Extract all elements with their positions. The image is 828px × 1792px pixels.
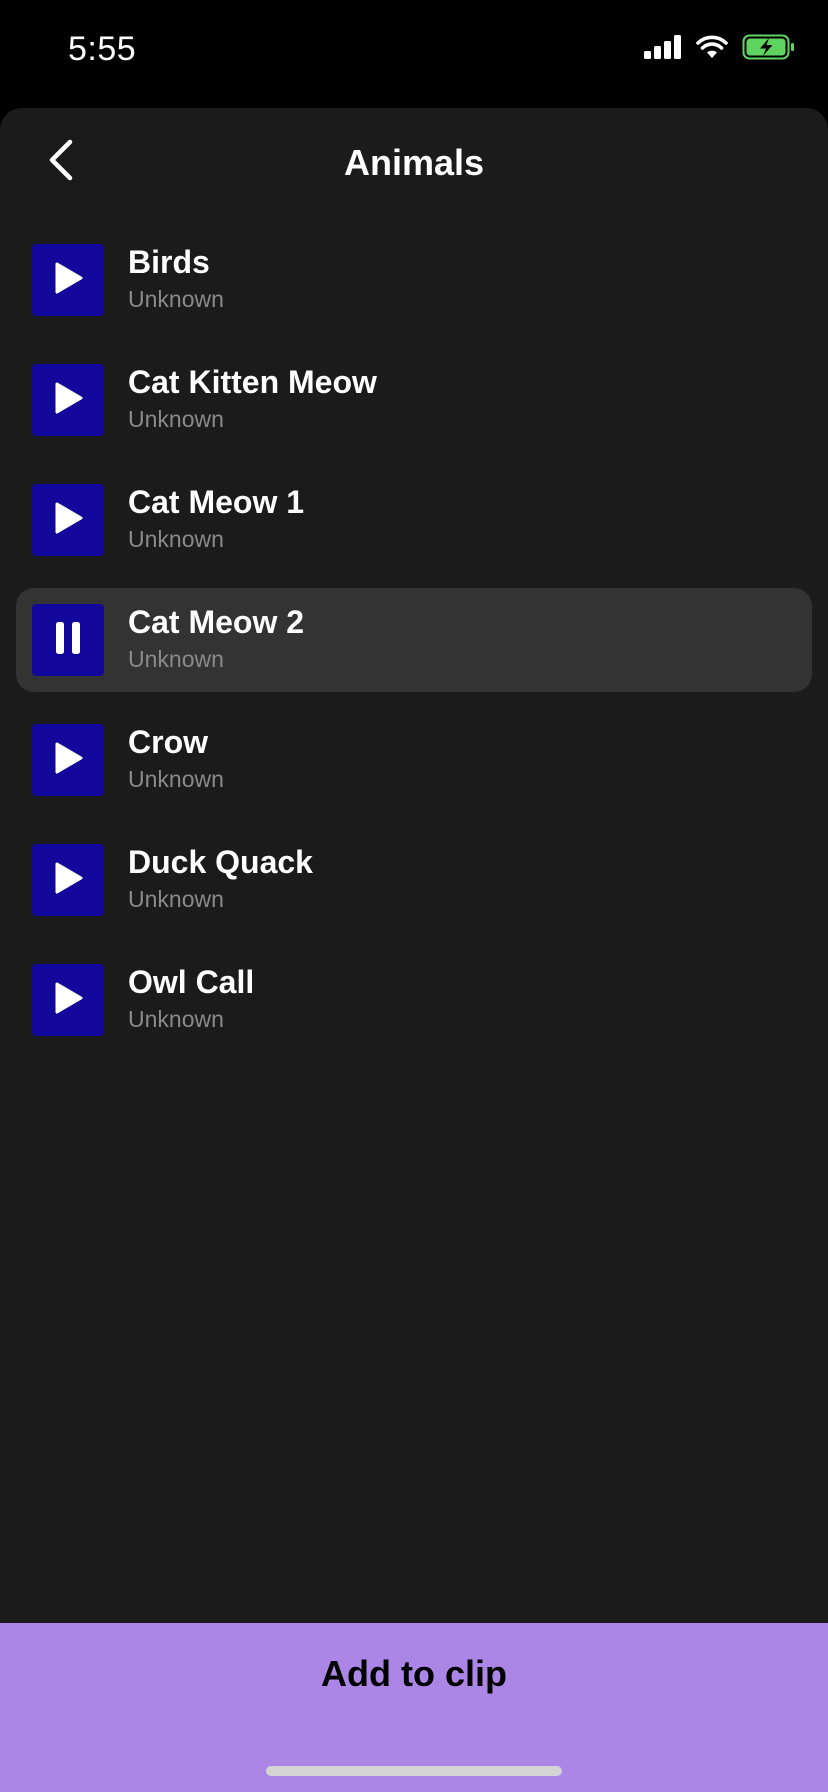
track-subtitle: Unknown [128,886,224,912]
track-list: Birds Unknown Cat Kitten Meow Unknown Ca… [16,228,812,1068]
play-icon [52,501,84,540]
status-time: 5:55 [68,30,137,68]
track-subtitle: Unknown [128,286,224,312]
play-button[interactable] [32,724,104,796]
track-title: Owl Call [128,964,255,1000]
list-item-active[interactable]: Cat Meow 2 Unknown [16,588,812,692]
home-indicator [266,1766,562,1776]
track-title: Cat Kitten Meow [128,364,377,400]
list-item[interactable]: Duck Quack Unknown [16,828,812,932]
list-item[interactable]: Birds Unknown [16,228,812,332]
track-title: Crow [128,724,208,760]
wifi-icon [696,35,728,64]
play-icon [52,861,84,900]
play-button[interactable] [32,964,104,1036]
add-to-clip-label: Add to clip [321,1653,507,1694]
list-item[interactable]: Crow Unknown [16,708,812,812]
add-to-clip-button[interactable]: Add to clip [0,1623,828,1792]
play-icon [52,981,84,1020]
track-title: Birds [128,244,210,280]
battery-charging-icon [742,34,796,65]
pause-button[interactable] [32,604,104,676]
play-button[interactable] [32,364,104,436]
play-icon [52,261,84,300]
pause-icon [54,621,82,660]
list-item[interactable]: Cat Kitten Meow Unknown [16,348,812,452]
play-button[interactable] [32,484,104,556]
track-subtitle: Unknown [128,766,224,792]
track-title: Duck Quack [128,844,313,880]
track-title: Cat Meow 1 [128,484,305,520]
page-title: Animals [343,142,485,183]
play-button[interactable] [32,244,104,316]
track-subtitle: Unknown [128,1006,224,1032]
track-subtitle: Unknown [128,646,224,672]
play-button[interactable] [32,844,104,916]
list-item[interactable]: Owl Call Unknown [16,948,812,1052]
sound-picker-sheet: Animals Birds Unknown Cat Kitten Meow Un… [0,108,828,1792]
status-icons [644,34,796,65]
list-item[interactable]: Cat Meow 1 Unknown [16,468,812,572]
track-subtitle: Unknown [128,406,224,432]
track-subtitle: Unknown [128,526,224,552]
play-icon [52,381,84,420]
cellular-signal-icon [644,35,682,64]
play-icon [52,741,84,780]
track-title: Cat Meow 2 [128,604,305,640]
status-bar: 5:55 [0,0,828,100]
